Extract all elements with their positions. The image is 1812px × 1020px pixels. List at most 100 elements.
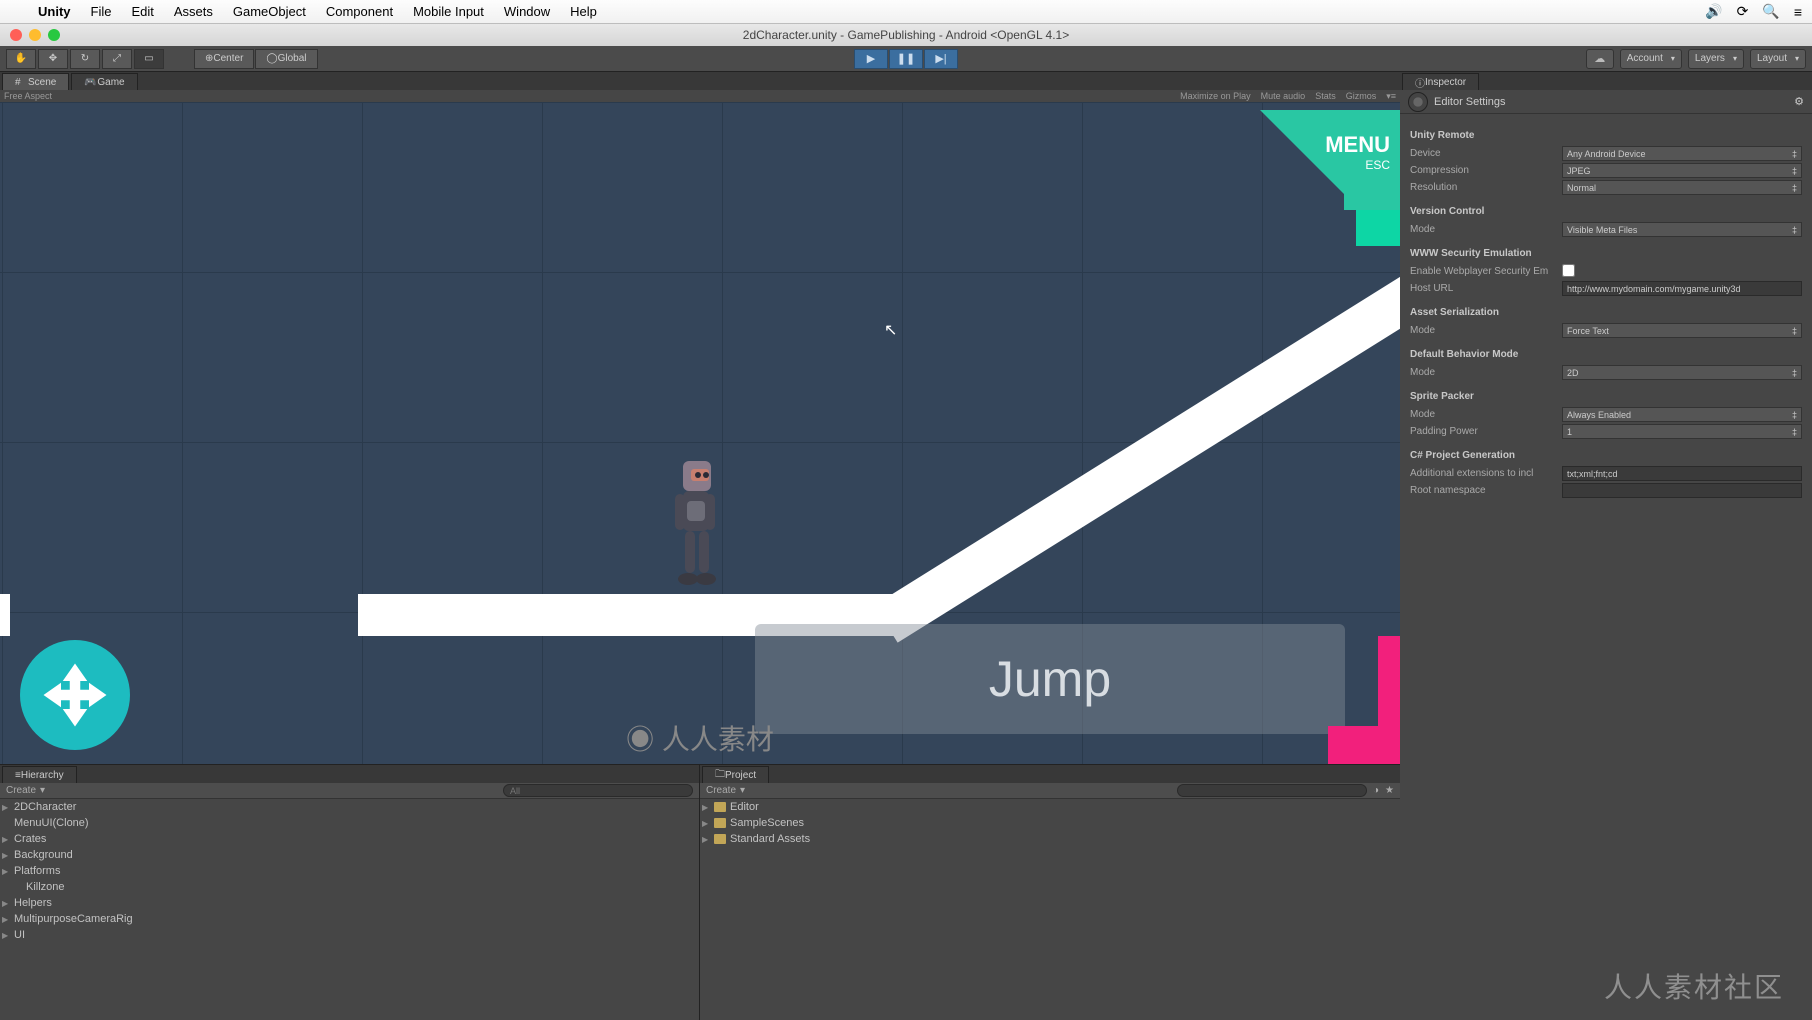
tab-scene[interactable]: #Scene <box>2 73 69 90</box>
filter-icon[interactable]: ◑ <box>1373 785 1379 796</box>
project-item[interactable]: ▶SampleScenes <box>700 815 1400 831</box>
hierarchy-search[interactable] <box>503 784 693 797</box>
play-button[interactable]: ▶ <box>854 49 888 69</box>
tab-game[interactable]: 🎮Game <box>71 73 137 90</box>
aspect-dropdown[interactable]: Free Aspect <box>4 91 52 101</box>
project-create[interactable]: Create ▾ <box>706 785 745 796</box>
hierarchy-item[interactable]: Killzone <box>0 879 699 895</box>
hierarchy-item[interactable]: ▶MultipurposeCameraRig <box>0 911 699 927</box>
hosturl-input[interactable] <box>1562 281 1802 296</box>
minimize-icon[interactable] <box>29 29 41 41</box>
volume-icon[interactable]: 🔊 <box>1705 3 1722 20</box>
hierarchy-item[interactable]: ▶Platforms <box>0 863 699 879</box>
gizmos-toggle[interactable]: Gizmos <box>1346 91 1377 102</box>
sync-icon[interactable]: ⟳ <box>1737 3 1749 20</box>
hierarchy-item[interactable]: ▶Helpers <box>0 895 699 911</box>
prop-label: Additional extensions to incl <box>1410 468 1562 479</box>
step-button[interactable]: ▶| <box>924 49 958 69</box>
section-header: WWW Security Emulation <box>1410 248 1802 259</box>
menu-mobileinput[interactable]: Mobile Input <box>403 4 494 19</box>
close-icon[interactable] <box>10 29 22 41</box>
hierarchy-item[interactable]: ▶2DCharacter <box>0 799 699 815</box>
hierarchy-item[interactable]: ▶Background <box>0 847 699 863</box>
maximize-toggle[interactable]: Maximize on Play <box>1180 91 1251 102</box>
menu-component[interactable]: Component <box>316 4 403 19</box>
cursor-icon: ↖ <box>884 320 897 340</box>
jump-button[interactable]: Jump <box>755 624 1345 734</box>
obstacle-block <box>1378 636 1400 728</box>
menu-icon[interactable]: ≡ <box>1794 4 1802 20</box>
layers-dropdown[interactable]: Layers▾ <box>1688 49 1744 69</box>
virtual-joystick[interactable] <box>20 640 130 750</box>
menu-app[interactable]: Unity <box>28 4 81 19</box>
menu-file[interactable]: File <box>81 4 122 19</box>
layout-dropdown[interactable]: Layout▾ <box>1750 49 1806 69</box>
device-dropdown[interactable]: Any Android Device‡ <box>1562 146 1802 161</box>
sprite-mode-dropdown[interactable]: Always Enabled‡ <box>1562 407 1802 422</box>
menu-help[interactable]: Help <box>560 4 607 19</box>
move-tool[interactable]: ✥ <box>38 49 68 69</box>
section-header: Asset Serialization <box>1410 307 1802 318</box>
stats-toggle[interactable]: Stats <box>1315 91 1336 102</box>
rotate-tool[interactable]: ↻ <box>70 49 100 69</box>
menu-window[interactable]: Window <box>494 4 560 19</box>
prop-label: Mode <box>1410 409 1562 420</box>
prop-label: Compression <box>1410 165 1562 176</box>
scale-tool[interactable]: ⤢ <box>102 49 132 69</box>
mute-toggle[interactable]: Mute audio <box>1261 91 1306 102</box>
vc-mode-dropdown[interactable]: Visible Meta Files‡ <box>1562 222 1802 237</box>
section-header: Sprite Packer <box>1410 391 1802 402</box>
webplayer-checkbox[interactable] <box>1562 264 1575 277</box>
project-panel: 🗀 Project Create ▾ ◑ ★ ▶Editor ▶SampleSc… <box>700 765 1400 1020</box>
prop-label: Root namespace <box>1410 485 1562 496</box>
inspector-title: Editor Settings <box>1434 96 1506 108</box>
options-icon[interactable]: ▾≡ <box>1386 91 1396 102</box>
prop-label: Enable Webplayer Security Em <box>1410 266 1562 277</box>
obstacle-block <box>1328 726 1400 764</box>
gear-icon <box>1408 92 1428 112</box>
menu-gameobject[interactable]: GameObject <box>223 4 316 19</box>
project-item[interactable]: ▶Editor <box>700 799 1400 815</box>
section-header: C# Project Generation <box>1410 450 1802 461</box>
tab-hierarchy[interactable]: ≡ Hierarchy <box>2 766 77 783</box>
hierarchy-create[interactable]: Create ▾ <box>6 785 45 796</box>
hand-tool[interactable]: ✋ <box>6 49 36 69</box>
cross-arrow-icon <box>40 660 110 730</box>
account-dropdown[interactable]: Account▾ <box>1620 49 1682 69</box>
prop-label: Mode <box>1410 224 1562 235</box>
window-titlebar: 2dCharacter.unity - GamePublishing - And… <box>0 24 1812 46</box>
hierarchy-item[interactable]: ▶Crates <box>0 831 699 847</box>
rect-tool[interactable]: ▭ <box>134 49 164 69</box>
cloud-button[interactable]: ☁ <box>1586 49 1614 69</box>
watermark-center: ◉ 人人素材 <box>626 718 774 758</box>
project-item[interactable]: ▶Standard Assets <box>700 831 1400 847</box>
pivot-center[interactable]: ⊕ Center <box>194 49 254 69</box>
section-header: Version Control <box>1410 206 1802 217</box>
hierarchy-item[interactable]: ▶UI <box>0 927 699 943</box>
padding-dropdown[interactable]: 1‡ <box>1562 424 1802 439</box>
section-header: Default Behavior Mode <box>1410 349 1802 360</box>
tab-inspector[interactable]: ⓘ Inspector <box>1402 73 1479 90</box>
window-title: 2dCharacter.unity - GamePublishing - And… <box>743 28 1069 42</box>
hierarchy-item[interactable]: MenuUI(Clone) <box>0 815 699 831</box>
inspector-menu-icon[interactable]: ⚙ <box>1794 95 1804 108</box>
asset-mode-dropdown[interactable]: Force Text‡ <box>1562 323 1802 338</box>
menu-badge[interactable]: MENUESC <box>1260 110 1400 240</box>
prop-label: Device <box>1410 148 1562 159</box>
menu-edit[interactable]: Edit <box>121 4 163 19</box>
compression-dropdown[interactable]: JPEG‡ <box>1562 163 1802 178</box>
project-search[interactable] <box>1177 784 1367 797</box>
game-viewport[interactable]: MENUESC Jump ↖ ◉ 人人素材 <box>0 102 1400 764</box>
favorite-icon[interactable]: ★ <box>1385 785 1394 796</box>
behavior-mode-dropdown[interactable]: 2D‡ <box>1562 365 1802 380</box>
spotlight-icon[interactable]: 🔍 <box>1762 3 1779 20</box>
menu-assets[interactable]: Assets <box>164 4 223 19</box>
zoom-icon[interactable] <box>48 29 60 41</box>
platform-edge <box>0 594 10 636</box>
tab-project[interactable]: 🗀 Project <box>702 766 769 783</box>
resolution-dropdown[interactable]: Normal‡ <box>1562 180 1802 195</box>
extensions-input[interactable] <box>1562 466 1802 481</box>
pause-button[interactable]: ❚❚ <box>889 49 923 69</box>
namespace-input[interactable] <box>1562 483 1802 498</box>
pivot-global[interactable]: ◯ Global <box>255 49 317 69</box>
